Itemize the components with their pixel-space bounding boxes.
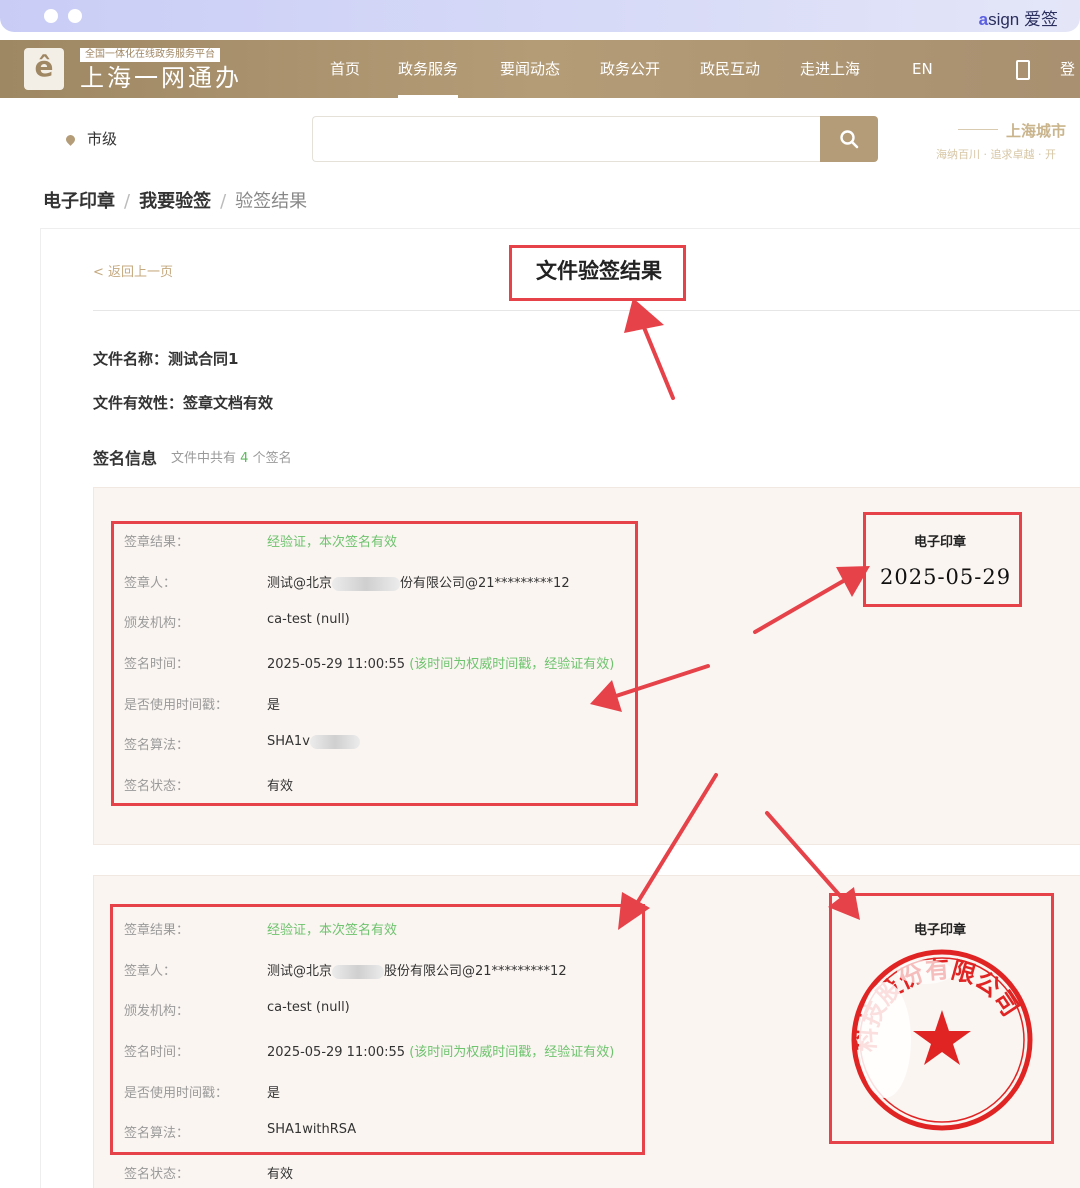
search-icon	[840, 130, 859, 149]
label-status: 签名状态：	[124, 1167, 190, 1182]
window-frame-bar: asign 爱签	[0, 0, 1080, 32]
file-name: 文件名称：测试合同1	[93, 350, 239, 368]
highlight-date-seal	[863, 512, 1022, 607]
nav-gov-services[interactable]: 政务服务	[398, 40, 459, 98]
mobile-phone-icon[interactable]	[1016, 60, 1030, 80]
site-title[interactable]: 上海一网通办	[80, 64, 242, 92]
highlight-signature-2	[110, 904, 645, 1155]
sig2-status: 有效	[267, 1167, 294, 1182]
highlight-signature-1	[111, 521, 638, 806]
login-link[interactable]: 登	[1060, 40, 1075, 98]
location-selector[interactable]: 市级	[64, 128, 117, 149]
city-brand: 上海城市	[1006, 122, 1067, 140]
breadcrumb-verify[interactable]: 我要验签	[139, 191, 211, 212]
breadcrumb: 电子印章 / 我要验签 / 验签结果	[43, 191, 308, 212]
nav-home[interactable]: 首页	[330, 40, 360, 98]
logo-tagline: 全国一体化在线政务服务平台	[80, 48, 220, 62]
highlight-stamp-seal	[829, 893, 1054, 1144]
site-logo-icon[interactable]: ê	[24, 48, 64, 90]
city-slogan: 海纳百川 · 追求卓越 · 开	[936, 148, 1056, 161]
nav-gov-open[interactable]: 政务公开	[600, 40, 660, 98]
window-dot-icon	[44, 9, 58, 23]
search-button[interactable]	[820, 116, 878, 162]
search-input[interactable]	[312, 116, 820, 162]
nav-interaction[interactable]: 政民互动	[700, 40, 760, 98]
file-validity: 文件有效性：签章文档有效	[93, 394, 274, 412]
back-link[interactable]: < 返回上一页	[93, 261, 173, 280]
title-divider	[93, 310, 1080, 311]
window-dot-icon	[68, 9, 82, 23]
nav-english[interactable]: EN	[912, 40, 933, 98]
signature-info-heading: 签名信息	[93, 449, 158, 468]
asign-logo: asign 爱签	[978, 10, 1058, 29]
breadcrumb-seal[interactable]: 电子印章	[43, 191, 115, 212]
city-brand-divider	[958, 129, 998, 130]
breadcrumb-current: 验签结果	[235, 191, 308, 212]
nav-about-shanghai[interactable]: 走进上海	[800, 40, 860, 98]
highlight-title	[509, 245, 686, 301]
map-pin-icon	[64, 133, 77, 146]
nav-news[interactable]: 要闻动态	[500, 40, 560, 98]
signature-count: 文件中共有 4 个签名	[171, 451, 292, 466]
top-navigation-bar: ê 全国一体化在线政务服务平台 上海一网通办 首页 政务服务 要闻动态 政务公开…	[0, 40, 1080, 98]
